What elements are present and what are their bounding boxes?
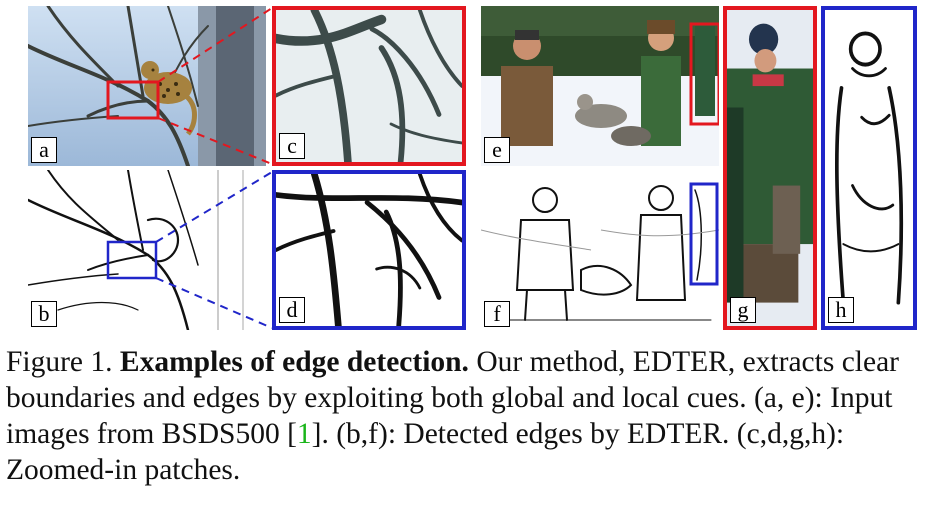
panel-d-label: d: [279, 297, 305, 323]
panel-e-label: e: [484, 137, 510, 163]
panel-h-label: h: [828, 297, 854, 323]
figure: a b c d e f g h: [0, 0, 948, 340]
panel-h-zoomed-patch: h: [821, 6, 917, 330]
citation-link[interactable]: 1: [297, 418, 312, 450]
panel-e-input-image: e: [481, 6, 719, 166]
panel-g-label: g: [730, 297, 756, 323]
caption-bold-title: Examples of edge detection.: [119, 346, 469, 378]
panel-d-zoomed-patch: d: [272, 170, 466, 330]
panel-f-label: f: [484, 301, 510, 327]
figure-caption: Figure 1. Examples of edge detection. Ou…: [6, 344, 946, 488]
panel-c-label: c: [279, 133, 305, 159]
panel-c-zoomed-patch: c: [272, 6, 466, 166]
panel-b-edge-map: b: [28, 170, 266, 330]
panel-a-input-image: a: [28, 6, 266, 166]
panel-f-edge-map: f: [481, 170, 719, 330]
panel-b-label: b: [31, 301, 57, 327]
panel-a-label: a: [31, 137, 57, 163]
panel-g-zoomed-patch: g: [723, 6, 817, 330]
caption-figure-number: Figure 1.: [6, 346, 113, 378]
